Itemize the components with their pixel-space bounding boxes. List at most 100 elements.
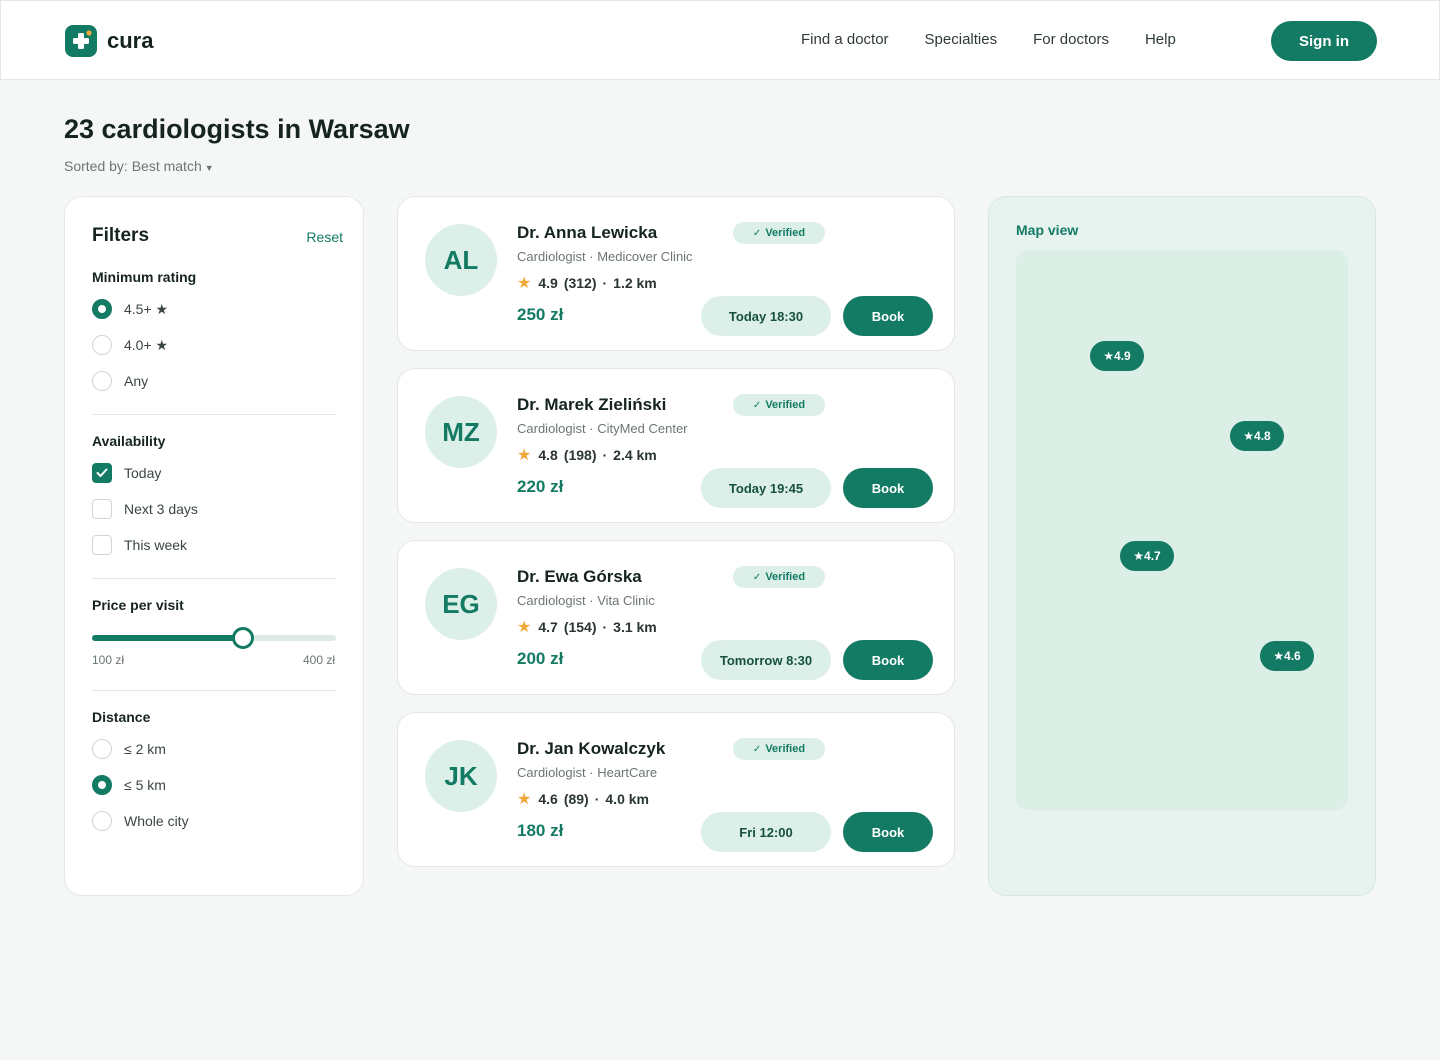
doctor-name[interactable]: Dr. Jan Kowalczyk: [517, 739, 665, 759]
doctor-rating-row: ★ 4.9 (312) · 1.2 km: [517, 273, 657, 293]
visit-price: 180 zł: [517, 821, 564, 840]
radio-button[interactable]: [92, 371, 112, 391]
doctor-rating-row: ★ 4.7 (154) · 3.1 km: [517, 617, 657, 637]
checkbox[interactable]: [92, 499, 112, 519]
map-area[interactable]: ★4.9 ★4.8 ★4.7 ★4.6: [1016, 250, 1348, 810]
availability-option-today[interactable]: Today: [92, 463, 161, 483]
availability-option-label: Today: [124, 465, 162, 481]
distance-option-whole-city[interactable]: Whole city: [92, 811, 189, 831]
book-button[interactable]: Book: [843, 812, 933, 852]
price-min-label: 100 zł: [92, 653, 125, 667]
star-icon: ★: [517, 619, 532, 636]
time-slot-button[interactable]: Today 19:45: [701, 468, 831, 508]
rating-option-4-0[interactable]: 4.0+ ★: [92, 335, 168, 355]
distance-option-label: ≤ 5 km: [124, 777, 166, 793]
slider-handle[interactable]: [232, 627, 255, 649]
rating-option-4-5[interactable]: 4.5+ ★: [92, 299, 168, 319]
radio-button[interactable]: [92, 775, 112, 795]
distance-option-2km[interactable]: ≤ 2 km: [92, 739, 166, 759]
doctor-specialty: Cardiologist · Medicover Clinic: [517, 249, 693, 264]
rating-option-any[interactable]: Any: [92, 371, 148, 391]
rating-value: 4.9: [538, 275, 558, 291]
rating-value: 4.6: [538, 791, 558, 807]
avatar: MZ: [425, 396, 497, 468]
availability-option-label: Next 3 days: [124, 501, 198, 517]
verified-badge: ✓ Verified: [733, 394, 825, 416]
sort-dropdown[interactable]: Sorted by: Best match ▼: [64, 158, 214, 174]
book-button[interactable]: Book: [843, 468, 933, 508]
map-pin[interactable]: ★4.8: [1230, 421, 1284, 451]
star-icon: ★: [517, 447, 532, 464]
review-count: (154): [563, 619, 597, 635]
nav-help[interactable]: Help: [1145, 31, 1176, 48]
logo-text: cura: [107, 28, 154, 53]
divider: [92, 414, 336, 415]
check-icon: ✓: [752, 227, 762, 239]
separator-dot: ·: [602, 447, 608, 463]
visit-price: 200 zł: [517, 649, 564, 668]
rating-value: 4.8: [538, 447, 558, 463]
slider-fill: [92, 635, 244, 641]
doctor-card[interactable]: EG Dr. Ewa Górska ✓ Verified Cardiologist…: [397, 540, 955, 695]
doctor-rating-row: ★ 4.8 (198) · 2.4 km: [517, 445, 657, 465]
doctor-specialty: Cardiologist · Vita Clinic: [517, 593, 655, 608]
star-icon: ★: [517, 791, 532, 808]
map-pin[interactable]: ★4.7: [1120, 541, 1174, 571]
visit-price: 250 zł: [517, 305, 564, 324]
main-nav: Find a doctor Specialties For doctors He…: [801, 31, 1212, 48]
logo[interactable]: cura: [65, 25, 153, 57]
doctor-card[interactable]: JK Dr. Jan Kowalczyk ✓ Verified Cardiolog…: [397, 712, 955, 867]
radio-button[interactable]: [92, 811, 112, 831]
map-panel: Map view ★4.9 ★4.8 ★4.7 ★4.6: [988, 196, 1376, 896]
avatar: EG: [425, 568, 497, 640]
distance-option-5km[interactable]: ≤ 5 km: [92, 775, 166, 795]
distance-value: 1.2 km: [613, 275, 657, 291]
distance-value: 2.4 km: [613, 447, 657, 463]
review-count: (198): [563, 447, 597, 463]
check-icon: ✓: [752, 399, 762, 411]
radio-button[interactable]: [92, 739, 112, 759]
visit-price: 220 zł: [517, 477, 564, 496]
doctor-specialty: Cardiologist · HeartCare: [517, 765, 658, 780]
reset-filters-link[interactable]: Reset: [306, 229, 343, 245]
checkmark-icon: [96, 468, 108, 477]
separator-dot: ·: [602, 275, 608, 291]
distance-option-label: Whole city: [124, 813, 189, 829]
doctor-card[interactable]: MZ Dr. Marek Zieliński ✓ Verified Cardiol…: [397, 368, 955, 523]
review-count: (312): [563, 275, 597, 291]
divider: [92, 578, 336, 579]
book-button[interactable]: Book: [843, 640, 933, 680]
availability-option-next-3-days[interactable]: Next 3 days: [92, 499, 198, 519]
doctor-name[interactable]: Dr. Marek Zieliński: [517, 395, 666, 415]
availability-option-this-week[interactable]: This week: [92, 535, 187, 555]
verified-badge: ✓ Verified: [733, 738, 825, 760]
distance-value: 3.1 km: [613, 619, 657, 635]
doctor-name[interactable]: Dr. Anna Lewicka: [517, 223, 657, 243]
time-slot-button[interactable]: Fri 12:00: [701, 812, 831, 852]
radio-button[interactable]: [92, 335, 112, 355]
time-slot-button[interactable]: Today 18:30: [701, 296, 831, 336]
book-button[interactable]: Book: [843, 296, 933, 336]
radio-button[interactable]: [92, 299, 112, 319]
price-max-label: 400 zł: [302, 653, 335, 667]
time-slot-button[interactable]: Tomorrow 8:30: [701, 640, 831, 680]
map-pin[interactable]: ★4.6: [1260, 641, 1314, 671]
plus-logo-icon: [65, 25, 97, 57]
rating-option-label: 4.5+ ★: [124, 300, 169, 317]
page-title: 23 cardiologists in Warsaw: [64, 114, 410, 144]
sign-in-button[interactable]: Sign in: [1271, 21, 1377, 61]
verified-label: Verified: [765, 743, 806, 755]
checkbox[interactable]: [92, 463, 112, 483]
filters-title: Filters: [92, 225, 150, 246]
verified-label: Verified: [765, 227, 806, 239]
nav-specialties[interactable]: Specialties: [925, 31, 998, 48]
doctor-name[interactable]: Dr. Ewa Górska: [517, 567, 642, 587]
nav-for-doctors[interactable]: For doctors: [1033, 31, 1109, 48]
nav-find-doctor[interactable]: Find a doctor: [801, 31, 889, 48]
checkbox[interactable]: [92, 535, 112, 555]
map-pin[interactable]: ★4.9: [1090, 341, 1144, 371]
check-icon: ✓: [752, 743, 762, 755]
avatar: JK: [425, 740, 497, 812]
price-slider[interactable]: [92, 627, 336, 649]
doctor-card[interactable]: AL Dr. Anna Lewicka ✓ Verified Cardiologi…: [397, 196, 955, 351]
